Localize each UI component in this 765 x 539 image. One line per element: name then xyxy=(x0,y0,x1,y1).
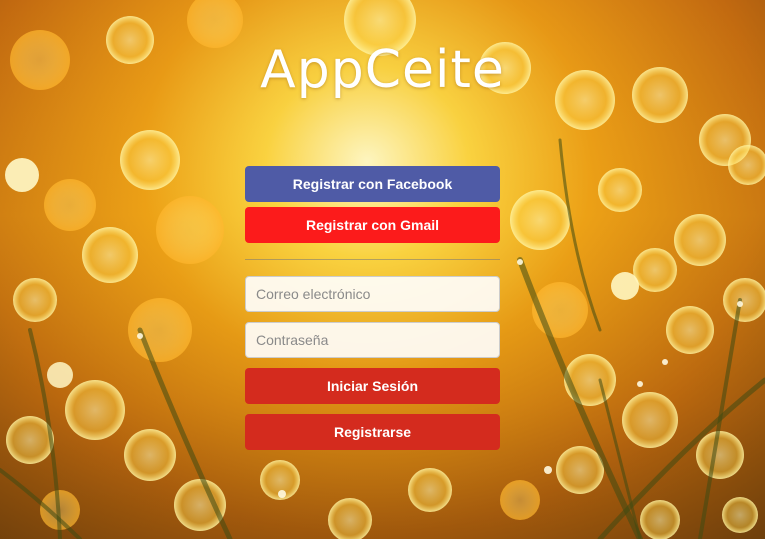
app-title: AppCeite xyxy=(260,40,505,100)
login-form: Registrar con Facebook Registrar con Gma… xyxy=(245,166,500,450)
email-input[interactable] xyxy=(245,276,500,312)
gmail-register-button[interactable]: Registrar con Gmail xyxy=(245,207,500,243)
divider xyxy=(245,259,500,260)
login-button[interactable]: Iniciar Sesión xyxy=(245,368,500,404)
password-input[interactable] xyxy=(245,322,500,358)
facebook-register-button[interactable]: Registrar con Facebook xyxy=(245,166,500,202)
register-button[interactable]: Registrarse xyxy=(245,414,500,450)
